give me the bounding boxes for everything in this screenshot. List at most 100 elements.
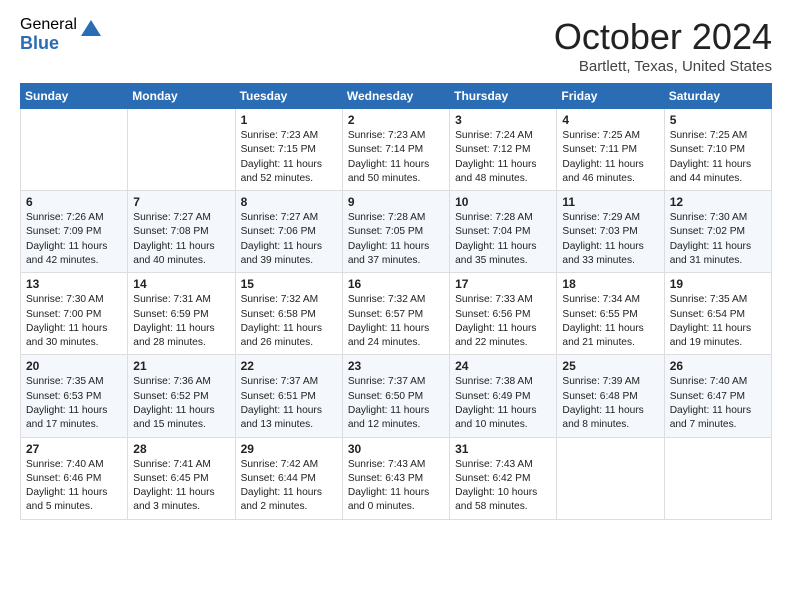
header-cell-monday: Monday (128, 84, 235, 109)
day-cell: 30 Sunrise: 7:43 AM Sunset: 6:43 PM Dayl… (342, 437, 449, 519)
sunset: Sunset: 7:11 PM (562, 144, 637, 155)
day-number: 17 (455, 277, 551, 291)
day-info: Sunrise: 7:29 AM Sunset: 7:03 PM Dayligh… (562, 211, 658, 268)
daylight: Daylight: 11 hours and 48 minutes. (455, 159, 536, 184)
calendar-body: 1 Sunrise: 7:23 AM Sunset: 7:15 PM Dayli… (21, 109, 772, 520)
day-number: 16 (348, 277, 444, 291)
daylight: Daylight: 11 hours and 0 minutes. (348, 487, 429, 512)
sunrise: Sunrise: 7:40 AM (26, 459, 104, 470)
logo: General Blue (20, 16, 103, 53)
sunrise: Sunrise: 7:23 AM (348, 130, 426, 141)
sunrise: Sunrise: 7:36 AM (133, 376, 211, 387)
day-cell: 8 Sunrise: 7:27 AM Sunset: 7:06 PM Dayli… (235, 191, 342, 273)
daylight: Daylight: 11 hours and 31 minutes. (670, 241, 751, 266)
day-info: Sunrise: 7:32 AM Sunset: 6:57 PM Dayligh… (348, 293, 444, 350)
sunset: Sunset: 6:58 PM (241, 309, 316, 320)
day-number: 14 (133, 277, 229, 291)
daylight: Daylight: 11 hours and 21 minutes. (562, 323, 643, 348)
logo-text: General Blue (20, 16, 77, 53)
header-cell-saturday: Saturday (664, 84, 771, 109)
daylight: Daylight: 11 hours and 15 minutes. (133, 405, 214, 430)
sunset: Sunset: 6:55 PM (562, 309, 637, 320)
day-info: Sunrise: 7:41 AM Sunset: 6:45 PM Dayligh… (133, 458, 229, 515)
header: General Blue October 2024 Bartlett, Texa… (20, 16, 772, 75)
sunrise: Sunrise: 7:29 AM (562, 212, 640, 223)
day-number: 9 (348, 195, 444, 209)
day-number: 25 (562, 359, 658, 373)
day-cell (128, 109, 235, 191)
day-number: 8 (241, 195, 337, 209)
sunrise: Sunrise: 7:28 AM (455, 212, 533, 223)
sunrise: Sunrise: 7:37 AM (241, 376, 319, 387)
sunrise: Sunrise: 7:30 AM (26, 294, 104, 305)
day-info: Sunrise: 7:43 AM Sunset: 6:42 PM Dayligh… (455, 458, 551, 515)
day-info: Sunrise: 7:33 AM Sunset: 6:56 PM Dayligh… (455, 293, 551, 350)
day-cell: 14 Sunrise: 7:31 AM Sunset: 6:59 PM Dayl… (128, 273, 235, 355)
week-row-1: 1 Sunrise: 7:23 AM Sunset: 7:15 PM Dayli… (21, 109, 772, 191)
sunrise: Sunrise: 7:25 AM (670, 130, 748, 141)
day-number: 11 (562, 195, 658, 209)
day-number: 13 (26, 277, 122, 291)
title-block: October 2024 Bartlett, Texas, United Sta… (554, 16, 772, 75)
location-title: Bartlett, Texas, United States (554, 58, 772, 75)
day-cell: 28 Sunrise: 7:41 AM Sunset: 6:45 PM Dayl… (128, 437, 235, 519)
day-number: 2 (348, 113, 444, 127)
day-cell: 25 Sunrise: 7:39 AM Sunset: 6:48 PM Dayl… (557, 355, 664, 437)
week-row-4: 20 Sunrise: 7:35 AM Sunset: 6:53 PM Dayl… (21, 355, 772, 437)
day-info: Sunrise: 7:28 AM Sunset: 7:05 PM Dayligh… (348, 211, 444, 268)
sunset: Sunset: 6:44 PM (241, 473, 316, 484)
sunset: Sunset: 6:52 PM (133, 391, 208, 402)
daylight: Daylight: 11 hours and 8 minutes. (562, 405, 643, 430)
day-number: 23 (348, 359, 444, 373)
day-cell: 23 Sunrise: 7:37 AM Sunset: 6:50 PM Dayl… (342, 355, 449, 437)
day-cell: 21 Sunrise: 7:36 AM Sunset: 6:52 PM Dayl… (128, 355, 235, 437)
day-info: Sunrise: 7:40 AM Sunset: 6:47 PM Dayligh… (670, 375, 766, 432)
day-number: 27 (26, 442, 122, 456)
sunrise: Sunrise: 7:40 AM (670, 376, 748, 387)
sunset: Sunset: 7:00 PM (26, 309, 101, 320)
day-cell: 29 Sunrise: 7:42 AM Sunset: 6:44 PM Dayl… (235, 437, 342, 519)
sunset: Sunset: 6:45 PM (133, 473, 208, 484)
day-number: 3 (455, 113, 551, 127)
sunrise: Sunrise: 7:27 AM (133, 212, 211, 223)
sunrise: Sunrise: 7:32 AM (241, 294, 319, 305)
sunset: Sunset: 6:51 PM (241, 391, 316, 402)
day-number: 21 (133, 359, 229, 373)
sunset: Sunset: 6:47 PM (670, 391, 745, 402)
day-info: Sunrise: 7:37 AM Sunset: 6:51 PM Dayligh… (241, 375, 337, 432)
sunrise: Sunrise: 7:32 AM (348, 294, 426, 305)
day-cell: 31 Sunrise: 7:43 AM Sunset: 6:42 PM Dayl… (450, 437, 557, 519)
sunset: Sunset: 6:48 PM (562, 391, 637, 402)
header-cell-thursday: Thursday (450, 84, 557, 109)
sunset: Sunset: 6:59 PM (133, 309, 208, 320)
day-number: 4 (562, 113, 658, 127)
month-title: October 2024 (554, 16, 772, 58)
day-number: 10 (455, 195, 551, 209)
sunrise: Sunrise: 7:25 AM (562, 130, 640, 141)
day-cell (21, 109, 128, 191)
daylight: Daylight: 11 hours and 26 minutes. (241, 323, 322, 348)
daylight: Daylight: 11 hours and 42 minutes. (26, 241, 107, 266)
day-number: 18 (562, 277, 658, 291)
day-number: 19 (670, 277, 766, 291)
logo-blue: Blue (20, 34, 77, 54)
sunrise: Sunrise: 7:34 AM (562, 294, 640, 305)
sunrise: Sunrise: 7:24 AM (455, 130, 533, 141)
logo-icon (79, 18, 103, 42)
sunrise: Sunrise: 7:27 AM (241, 212, 319, 223)
day-info: Sunrise: 7:34 AM Sunset: 6:55 PM Dayligh… (562, 293, 658, 350)
day-number: 31 (455, 442, 551, 456)
day-cell: 9 Sunrise: 7:28 AM Sunset: 7:05 PM Dayli… (342, 191, 449, 273)
day-info: Sunrise: 7:35 AM Sunset: 6:53 PM Dayligh… (26, 375, 122, 432)
sunset: Sunset: 7:05 PM (348, 226, 423, 237)
sunset: Sunset: 6:57 PM (348, 309, 423, 320)
day-info: Sunrise: 7:28 AM Sunset: 7:04 PM Dayligh… (455, 211, 551, 268)
day-cell: 26 Sunrise: 7:40 AM Sunset: 6:47 PM Dayl… (664, 355, 771, 437)
day-cell: 13 Sunrise: 7:30 AM Sunset: 7:00 PM Dayl… (21, 273, 128, 355)
sunrise: Sunrise: 7:38 AM (455, 376, 533, 387)
week-row-5: 27 Sunrise: 7:40 AM Sunset: 6:46 PM Dayl… (21, 437, 772, 519)
day-info: Sunrise: 7:23 AM Sunset: 7:15 PM Dayligh… (241, 129, 337, 186)
daylight: Daylight: 11 hours and 12 minutes. (348, 405, 429, 430)
header-row: SundayMondayTuesdayWednesdayThursdayFrid… (21, 84, 772, 109)
day-cell: 17 Sunrise: 7:33 AM Sunset: 6:56 PM Dayl… (450, 273, 557, 355)
